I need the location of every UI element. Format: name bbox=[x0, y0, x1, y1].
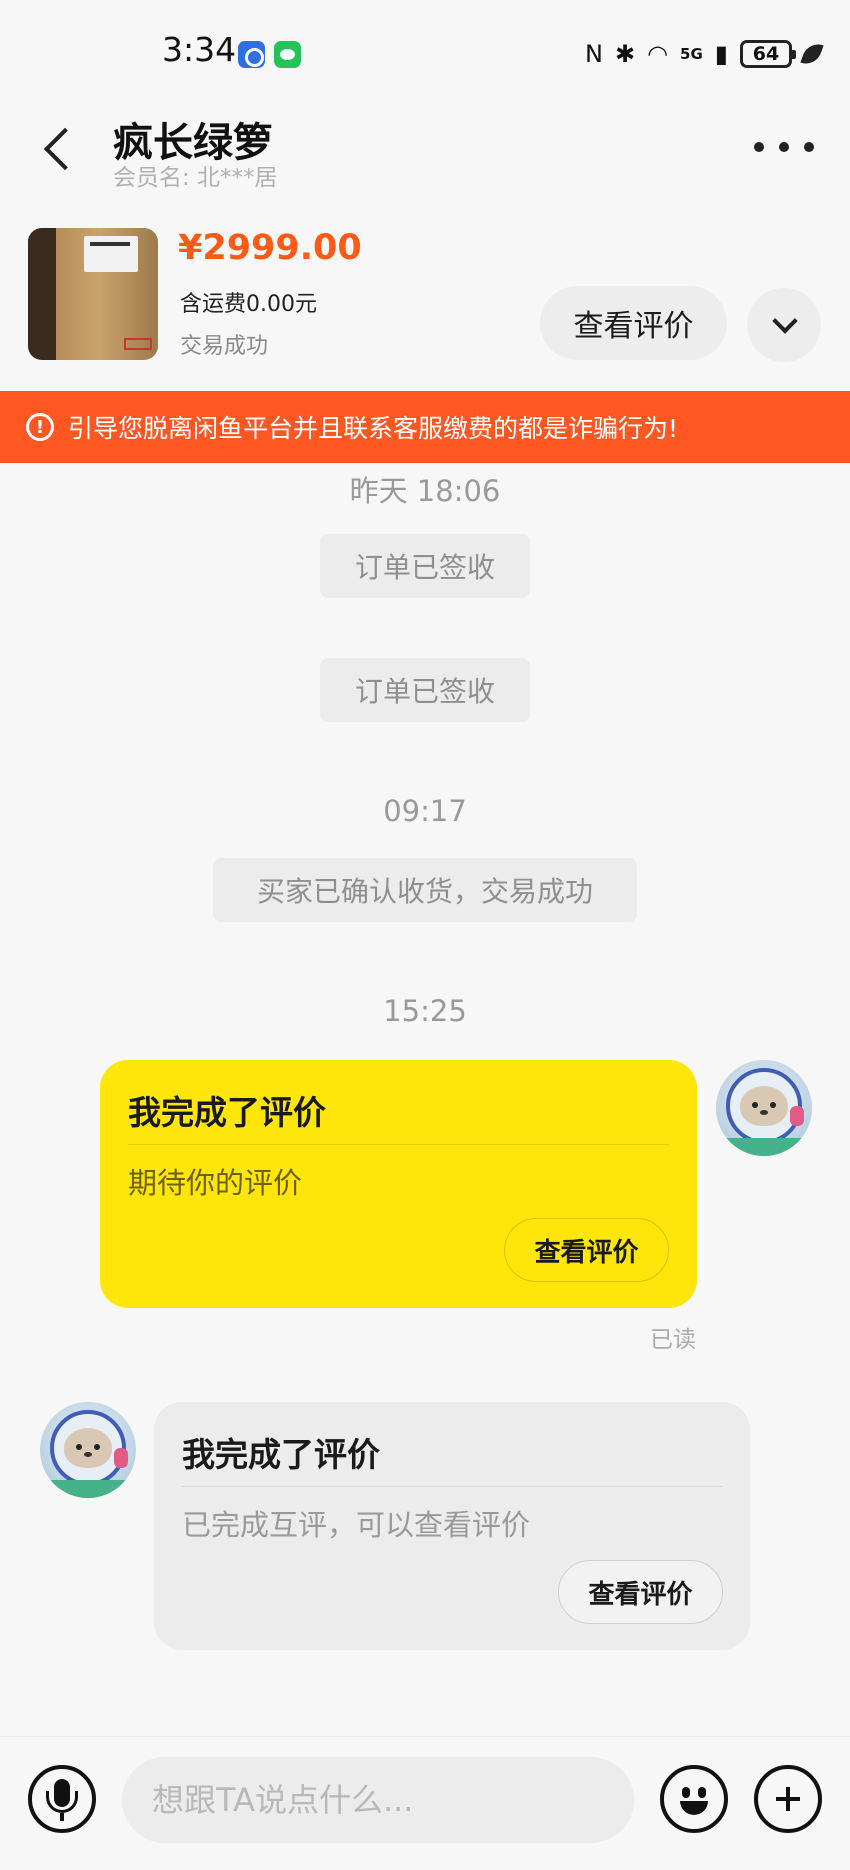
their-review-card[interactable]: 我完成了评价 已完成互评，可以查看评价 查看评价 bbox=[154, 1402, 750, 1650]
avatar-eye bbox=[770, 1102, 776, 1108]
avatar-suit bbox=[48, 1480, 128, 1498]
bluetooth-icon: ✱ bbox=[614, 40, 636, 68]
mic-stem bbox=[60, 1813, 64, 1821]
shipping-fee: 含运费0.00元 bbox=[180, 292, 317, 317]
add-icon[interactable] bbox=[754, 1765, 822, 1833]
chat-timestamp: 昨天 18:06 bbox=[349, 474, 501, 508]
avatar-nose bbox=[84, 1452, 92, 1457]
warning-icon: ! bbox=[26, 413, 54, 441]
card-divider bbox=[182, 1486, 722, 1487]
read-receipt: 已读 bbox=[650, 1327, 696, 1353]
emoji-mouth bbox=[680, 1801, 708, 1815]
emoji-icon[interactable] bbox=[660, 1765, 728, 1833]
message-input[interactable] bbox=[122, 1757, 634, 1843]
emoji-eye bbox=[682, 1787, 690, 1798]
product-thumbnail[interactable] bbox=[28, 228, 158, 360]
avatar-nose bbox=[760, 1110, 768, 1115]
system-message: 订单已签收 bbox=[320, 658, 530, 722]
avatar-accent bbox=[790, 1106, 804, 1126]
status-time: 3:34 bbox=[162, 30, 237, 69]
status-icons: N ✱ ◠ 5G ▮ 64 bbox=[585, 36, 824, 72]
card-divider bbox=[128, 1144, 669, 1145]
leaf-icon bbox=[800, 39, 824, 69]
chat-timestamp: 15:25 bbox=[383, 994, 467, 1028]
view-review-button[interactable]: 查看评价 bbox=[504, 1218, 669, 1282]
avatar-face bbox=[64, 1428, 112, 1468]
their-avatar[interactable] bbox=[40, 1402, 136, 1498]
signal-icon: ▮ bbox=[714, 40, 728, 68]
chevron-down-icon[interactable] bbox=[747, 288, 821, 362]
avatar-accent bbox=[114, 1448, 128, 1468]
battery-icon: 64 bbox=[740, 40, 796, 68]
fraud-warning-banner: ! 引导您脱离闲鱼平台并且联系客服缴费的都是诈骗行为! bbox=[0, 391, 850, 463]
avatar-suit bbox=[724, 1138, 804, 1156]
system-message: 订单已签收 bbox=[320, 534, 530, 598]
more-dot bbox=[804, 142, 814, 152]
card-title: 我完成了评价 bbox=[182, 1435, 380, 1474]
app-notification-icon bbox=[238, 41, 265, 68]
thumbnail-barcode bbox=[90, 242, 130, 246]
more-dot bbox=[754, 142, 764, 152]
chat-header: 疯长绿箩 会员名: 北***居 bbox=[0, 100, 850, 200]
card-body: 期待你的评价 bbox=[128, 1166, 303, 1200]
view-review-button[interactable]: 查看评价 bbox=[540, 286, 727, 360]
wifi-icon: ◠ bbox=[647, 40, 669, 68]
avatar-eye bbox=[76, 1444, 82, 1450]
card-body: 已完成互评，可以查看评价 bbox=[182, 1508, 531, 1542]
view-review-button[interactable]: 查看评价 bbox=[558, 1560, 723, 1624]
more-dot bbox=[779, 142, 789, 152]
microphone-icon[interactable] bbox=[28, 1765, 96, 1833]
system-message: 买家已确认收货，交易成功 bbox=[213, 858, 637, 922]
input-bar bbox=[0, 1736, 850, 1870]
my-avatar[interactable] bbox=[716, 1060, 812, 1156]
mic-arc bbox=[46, 1791, 78, 1813]
nfc-icon: N bbox=[585, 40, 603, 68]
back-arrow-icon[interactable] bbox=[36, 122, 80, 178]
avatar-eye bbox=[752, 1102, 758, 1108]
member-name: 会员名: 北***居 bbox=[113, 165, 278, 191]
chat-timestamp: 09:17 bbox=[383, 794, 467, 828]
trade-status: 交易成功 bbox=[180, 334, 269, 359]
product-price: ¥2999.00 bbox=[178, 228, 362, 268]
avatar-face bbox=[740, 1086, 788, 1126]
warning-text: 引导您脱离闲鱼平台并且联系客服缴费的都是诈骗行为! bbox=[68, 414, 679, 443]
my-review-card[interactable]: 我完成了评价 期待你的评价 查看评价 bbox=[100, 1060, 697, 1308]
emoji-eye bbox=[698, 1787, 706, 1798]
status-bar: 3:34 N ✱ ◠ 5G ▮ 64 bbox=[0, 0, 850, 100]
network-type: 5G bbox=[680, 45, 703, 63]
thumbnail-sticker bbox=[124, 338, 152, 350]
card-title: 我完成了评价 bbox=[128, 1093, 326, 1132]
product-summary[interactable]: ¥2999.00 含运费0.00元 交易成功 查看评价 bbox=[0, 216, 850, 380]
avatar-eye bbox=[94, 1444, 100, 1450]
wechat-notification-icon bbox=[274, 41, 301, 68]
more-options-icon[interactable] bbox=[754, 132, 814, 162]
thumbnail-shadow bbox=[28, 228, 56, 360]
